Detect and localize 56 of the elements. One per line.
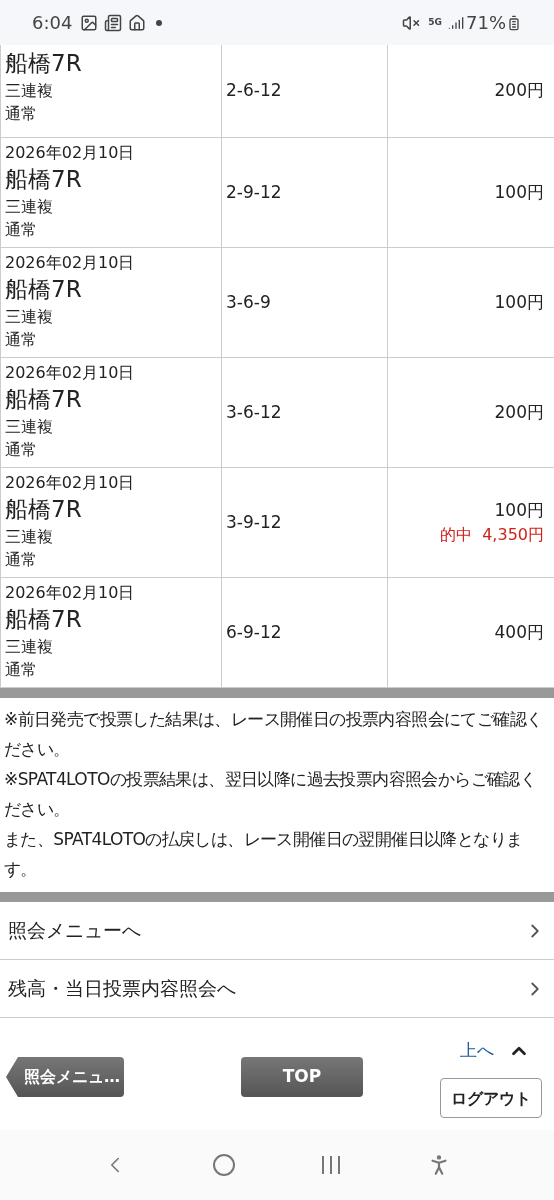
hit-payout: 的中 4,350円 [440, 524, 544, 547]
race-date: 2026年02月10日 [5, 472, 136, 494]
bet-numbers: 3-6-9 [226, 290, 271, 314]
note-text: ※SPAT4LOTOの投票結果は、翌日以降に過去投票内容照会からご確認ください。 [4, 768, 538, 821]
race-date: 2026年02月10日 [5, 582, 136, 604]
race-date: 2026年02月10日 [5, 362, 136, 384]
battery-icon [506, 14, 522, 31]
image-icon [80, 13, 99, 32]
menu-link[interactable]: 残高・当日投票内容照会へ [0, 960, 554, 1018]
home-circle-icon[interactable] [212, 1153, 236, 1177]
race-name: 船橋7R [5, 49, 83, 78]
bet-method: 通常 [5, 329, 38, 351]
network-label: 5G [428, 15, 442, 29]
race-name: 船橋7R [5, 385, 83, 414]
menu-link[interactable]: 照会メニューへ [0, 902, 554, 960]
bet-type: 三連複 [5, 196, 54, 218]
top-button[interactable]: TOP [241, 1057, 363, 1097]
newspaper-icon [104, 13, 123, 32]
clock: 6:04 [32, 11, 73, 35]
bet-method: 通常 [5, 103, 38, 125]
bet-type: 三連複 [5, 80, 54, 102]
bet-numbers: 2-9-12 [226, 180, 282, 204]
home-icon [128, 13, 147, 32]
back-button[interactable]: 照会メニュ… [6, 1057, 124, 1097]
bet-numbers: 3-6-12 [226, 400, 282, 424]
race-name: 船橋7R [5, 495, 83, 524]
bet-amount: 100円 [494, 180, 544, 204]
race-name: 船橋7R [5, 275, 83, 304]
note-text: ※前日発売で投票した結果は、レース開催日の投票内容照会にてご確認ください。 [4, 708, 544, 761]
bet-method: 通常 [5, 439, 38, 461]
bet-method: 通常 [5, 549, 38, 571]
bet-type: 三連複 [5, 636, 54, 658]
note-text: また、SPAT4LOTOの払戻しは、レース開催日の翌開催日以降となります。 [4, 828, 524, 881]
bet-numbers: 3-9-12 [226, 510, 282, 534]
bet-numbers: 6-9-12 [226, 620, 282, 644]
bet-amount: 400円 [494, 620, 544, 644]
bet-numbers: 2-6-12 [226, 79, 282, 103]
bet-type: 三連複 [5, 526, 54, 548]
bet-amount: 100円 [494, 498, 544, 522]
bet-amount: 100円 [494, 290, 544, 314]
race-name: 船橋7R [5, 605, 83, 634]
race-name: 船橋7R [5, 165, 83, 194]
page-top-link[interactable]: 上へ [460, 1038, 530, 1064]
bet-type: 三連複 [5, 416, 54, 438]
race-date: 2026年02月10日 [5, 142, 136, 164]
bet-amount: 200円 [494, 79, 544, 103]
bet-amount: 200円 [494, 400, 544, 424]
bet-type: 三連複 [5, 306, 54, 328]
logout-button[interactable]: ログアウト [440, 1077, 542, 1118]
bet-method: 通常 [5, 219, 38, 241]
mute-icon [402, 13, 421, 32]
recent-apps-icon[interactable] [320, 1154, 342, 1176]
race-date: 2026年02月10日 [5, 252, 136, 274]
battery-percent: 71% [466, 11, 506, 35]
signal-icon [448, 14, 464, 31]
bet-method: 通常 [5, 659, 38, 681]
